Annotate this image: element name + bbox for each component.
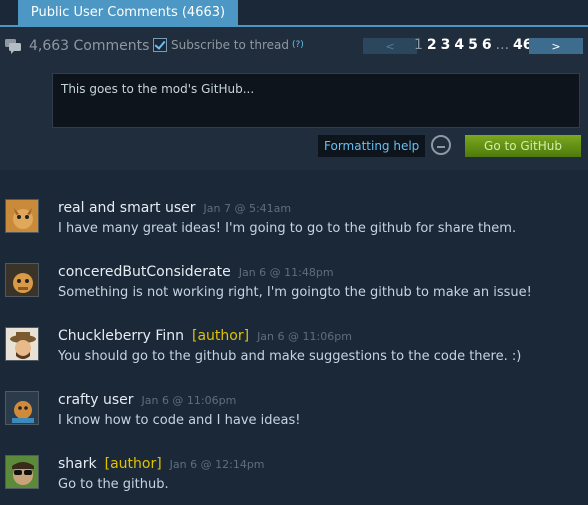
- subscribe-toggle[interactable]: Subscribe to thread (?): [153, 38, 304, 52]
- comment-item: Chuckleberry Finn [author] Jan 6 @ 11:06…: [0, 327, 588, 377]
- avatar[interactable]: [5, 391, 39, 425]
- comment-item: crafty user Jan 6 @ 11:06pm I know how t…: [0, 391, 588, 441]
- page-link[interactable]: 4: [454, 37, 464, 53]
- comment-text: You should go to the github and make sug…: [58, 349, 522, 364]
- subscribe-checkbox[interactable]: [153, 38, 167, 52]
- comment-author-line: crafty user Jan 6 @ 11:06pm: [58, 392, 236, 408]
- comment-text: I have many great ideas! I'm going to go…: [58, 221, 517, 236]
- comment-author-line: conceredButConsiderate Jan 6 @ 11:48pm: [58, 264, 334, 280]
- comment-author-line: real and smart user Jan 7 @ 5:41am: [58, 200, 291, 216]
- comment-count: 4,663 Comments: [4, 36, 149, 56]
- tab-public-comments[interactable]: Public User Comments (4663): [18, 0, 238, 25]
- formatting-help-button[interactable]: Formatting help: [318, 135, 426, 157]
- next-page-button[interactable]: >: [529, 38, 583, 54]
- avatar[interactable]: [5, 455, 39, 489]
- comments-icon: [4, 38, 22, 54]
- comment-date: Jan 6 @ 12:14pm: [169, 458, 265, 471]
- comment-date: Jan 6 @ 11:48pm: [238, 266, 334, 279]
- author-tag: [author]: [192, 328, 250, 344]
- page-link[interactable]: 6: [482, 37, 492, 53]
- comment-author-line: shark [author] Jan 6 @ 12:14pm: [58, 456, 265, 472]
- comment-author[interactable]: crafty user: [58, 392, 133, 408]
- comment-text: Something is not working right, I'm goin…: [58, 285, 532, 300]
- prev-page-button[interactable]: <: [363, 38, 417, 54]
- comment-author[interactable]: shark: [58, 456, 97, 472]
- comment-date: Jan 6 @ 11:06pm: [257, 330, 352, 343]
- comment-date: Jan 6 @ 11:06pm: [141, 394, 237, 407]
- avatar[interactable]: [5, 263, 39, 297]
- page-ellipsis: ...: [495, 37, 510, 53]
- subscribe-label: Subscribe to thread: [171, 38, 289, 52]
- comment-count-text: 4,663 Comments: [29, 38, 150, 54]
- avatar[interactable]: [5, 199, 39, 233]
- emoticon-icon[interactable]: [431, 135, 451, 155]
- page-link[interactable]: 3: [441, 37, 451, 53]
- comment-item: shark [author] Jan 6 @ 12:14pm Go to the…: [0, 455, 588, 505]
- page-link[interactable]: 5: [468, 37, 478, 53]
- comment-text: I know how to code and I have ideas!: [58, 413, 301, 428]
- go-to-github-button[interactable]: Go to GitHub: [465, 135, 581, 157]
- comment-date: Jan 7 @ 5:41am: [203, 202, 292, 215]
- comment-input[interactable]: This goes to the mod's GitHub...: [52, 73, 580, 128]
- comment-author[interactable]: conceredButConsiderate: [58, 264, 231, 280]
- page-link[interactable]: 1: [414, 37, 423, 53]
- comment-author[interactable]: Chuckleberry Finn: [58, 328, 184, 344]
- subscribe-help-link[interactable]: (?): [292, 40, 304, 50]
- comment-author[interactable]: real and smart user: [58, 200, 196, 216]
- pagination: 1 2 3 4 5 6 ... 467: [414, 37, 542, 53]
- comment-item: real and smart user Jan 7 @ 5:41am I hav…: [0, 199, 588, 249]
- comment-item: conceredButConsiderate Jan 6 @ 11:48pm S…: [0, 263, 588, 313]
- author-tag: [author]: [104, 456, 162, 472]
- avatar[interactable]: [5, 327, 39, 361]
- page-link[interactable]: 2: [427, 37, 437, 53]
- comment-text: Go to the github.: [58, 477, 169, 492]
- comment-author-line: Chuckleberry Finn [author] Jan 6 @ 11:06…: [58, 328, 352, 344]
